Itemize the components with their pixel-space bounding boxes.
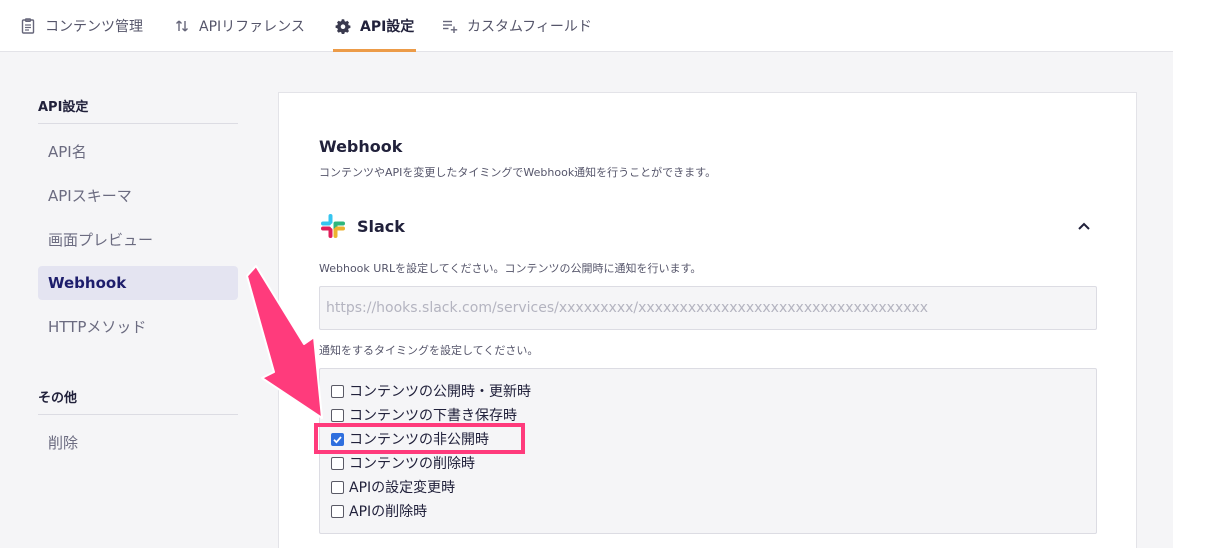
tab-label: API設定 bbox=[360, 19, 415, 35]
gear-icon bbox=[335, 18, 351, 34]
checkbox-api-delete[interactable]: APIの削除時 bbox=[331, 501, 427, 521]
checkbox-api-settings-change[interactable]: APIの設定変更時 bbox=[331, 477, 455, 497]
sidebar-divider bbox=[38, 123, 238, 124]
slack-logo-icon bbox=[321, 214, 345, 238]
sidebar-item-delete[interactable]: 削除 bbox=[38, 425, 238, 459]
sidebar-heading-api-settings: API設定 bbox=[38, 100, 89, 115]
checkbox[interactable] bbox=[331, 456, 344, 470]
webhook-settings-card: Webhook コンテンツやAPIを変更したタイミングでWebhook通知を行う… bbox=[278, 92, 1137, 548]
checkbox-label: コンテンツの下書き保存時 bbox=[349, 408, 517, 424]
checkbox-label: APIの削除時 bbox=[349, 504, 428, 520]
tab-custom-fields[interactable]: カスタムフィールド bbox=[442, 0, 592, 52]
checkbox-label: コンテンツの非公開時 bbox=[349, 432, 489, 448]
sidebar-item-api-name[interactable]: API名 bbox=[38, 134, 238, 168]
webhook-title: Webhook bbox=[319, 137, 403, 156]
sidebar-item-label: 削除 bbox=[48, 433, 79, 452]
top-tab-bar: コンテンツ管理 APIリファレンス API設定 カスタムフィールド bbox=[0, 0, 1173, 52]
checkbox[interactable] bbox=[331, 504, 344, 518]
chevron-up-icon bbox=[1078, 222, 1090, 230]
slack-webhook-url-input[interactable] bbox=[319, 286, 1097, 330]
sidebar-item-label: APIスキーマ bbox=[48, 186, 132, 205]
sidebar-item-api-schema[interactable]: APIスキーマ bbox=[38, 178, 238, 212]
checkbox-label: コンテンツの公開時・更新時 bbox=[349, 384, 531, 400]
sidebar-divider bbox=[38, 414, 238, 415]
tab-label: APIリファレンス bbox=[199, 19, 305, 35]
sidebar-heading-other: その他 bbox=[38, 391, 78, 406]
checkbox-content-unpublish[interactable]: コンテンツの非公開時 bbox=[331, 429, 489, 449]
checkbox-label: APIの設定変更時 bbox=[349, 480, 456, 496]
sort-arrows-icon bbox=[174, 18, 190, 34]
timing-help: 通知をするタイミングを設定してください。 bbox=[319, 344, 539, 357]
checkbox[interactable] bbox=[331, 480, 344, 494]
checkbox-content-draft-save[interactable]: コンテンツの下書き保存時 bbox=[331, 405, 517, 425]
tab-api-reference[interactable]: APIリファレンス bbox=[174, 0, 305, 52]
slack-section-header: Slack bbox=[319, 212, 405, 240]
sidebar-item-label: 画面プレビュー bbox=[48, 230, 154, 249]
document-icon bbox=[20, 18, 36, 34]
webhook-url-help: Webhook URLを設定してください。コンテンツの公開時に通知を行います。 bbox=[319, 262, 702, 275]
list-add-icon bbox=[442, 18, 458, 34]
sidebar-item-http-method[interactable]: HTTPメソッド bbox=[38, 309, 238, 343]
checkbox-content-publish-update[interactable]: コンテンツの公開時・更新時 bbox=[331, 381, 531, 401]
tab-label: コンテンツ管理 bbox=[45, 19, 143, 35]
notification-timing-checkbox-group: コンテンツの公開時・更新時 コンテンツの下書き保存時 コンテンツの非公開時 コン… bbox=[319, 368, 1097, 534]
webhook-description: コンテンツやAPIを変更したタイミングでWebhook通知を行うことができます。 bbox=[319, 166, 717, 179]
checkbox[interactable] bbox=[331, 408, 344, 422]
checkbox-label: コンテンツの削除時 bbox=[349, 456, 475, 472]
sidebar-item-webhook[interactable]: Webhook bbox=[38, 266, 238, 300]
tab-label: カスタムフィールド bbox=[467, 19, 592, 35]
sidebar-item-screen-preview[interactable]: 画面プレビュー bbox=[38, 222, 238, 256]
sidebar-item-label: HTTPメソッド bbox=[48, 317, 147, 336]
checkbox[interactable] bbox=[331, 384, 344, 398]
sidebar-item-label: Webhook bbox=[48, 274, 127, 292]
app-window: コンテンツ管理 APIリファレンス API設定 カスタムフィールド API設定 … bbox=[0, 0, 1173, 548]
checkmark-icon bbox=[333, 435, 342, 444]
slack-label: Slack bbox=[357, 216, 405, 236]
tab-content-management[interactable]: コンテンツ管理 bbox=[20, 0, 143, 52]
tab-api-settings[interactable]: API設定 bbox=[332, 0, 417, 52]
sidebar-item-label: API名 bbox=[48, 142, 87, 161]
checkbox-content-delete[interactable]: コンテンツの削除時 bbox=[331, 453, 475, 473]
checkbox[interactable] bbox=[331, 432, 344, 446]
collapse-slack-button[interactable] bbox=[1073, 215, 1095, 237]
